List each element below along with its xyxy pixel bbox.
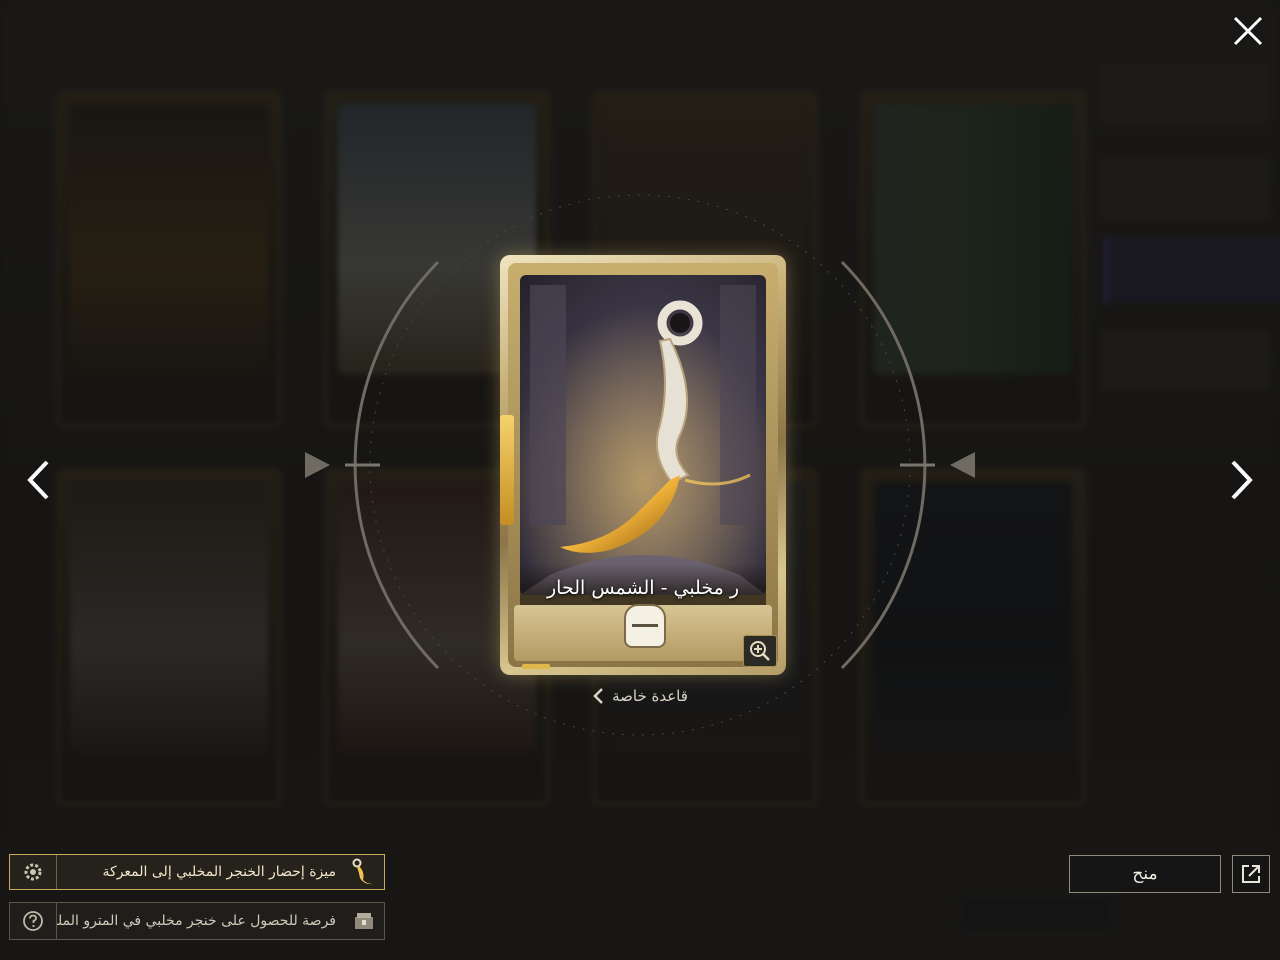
close-button[interactable] — [1222, 6, 1274, 56]
feature-bar[interactable]: ميزة إحضار الخنجر المخلبي إلى المعركة — [9, 854, 385, 890]
chance-text: فرصة للحصول على خنجر مخلبي في المترو الم… — [57, 913, 336, 929]
share-icon — [1242, 865, 1260, 883]
gift-button[interactable]: منح — [1069, 855, 1221, 893]
help-button[interactable] — [10, 903, 57, 939]
chevron-left-icon — [27, 460, 49, 500]
zoom-button[interactable] — [743, 635, 777, 667]
zoom-in-icon — [750, 641, 770, 661]
gear-icon — [24, 863, 42, 881]
gear-button[interactable] — [10, 855, 57, 889]
next-button[interactable] — [1222, 455, 1262, 505]
chest-icon — [344, 903, 384, 939]
item-card: ر مخلبي - الشمس الحار — [500, 255, 786, 675]
special-rule-link[interactable]: قاعدة خاصة — [575, 684, 705, 708]
item-artwork — [520, 275, 766, 595]
close-icon — [1233, 16, 1263, 46]
card-side-glow — [500, 415, 514, 525]
previous-button[interactable] — [18, 455, 58, 505]
dagger-icon — [344, 855, 384, 889]
chevron-right-icon — [1231, 460, 1253, 500]
chance-bar[interactable]: فرصة للحصول على خنجر مخلبي في المترو الم… — [9, 902, 385, 940]
card-gold-strip — [522, 664, 550, 669]
feature-text: ميزة إحضار الخنجر المخلبي إلى المعركة — [102, 864, 336, 880]
share-button[interactable] — [1232, 855, 1270, 893]
special-rule-label: قاعدة خاصة — [612, 687, 688, 705]
helmet-emblem-icon — [624, 604, 666, 648]
gift-button-label: منح — [1132, 864, 1158, 884]
karambit-knife-illustration — [520, 275, 766, 595]
chevron-left-icon — [593, 688, 603, 704]
item-name: ر مخلبي - الشمس الحار — [546, 577, 739, 599]
help-icon — [23, 911, 43, 931]
